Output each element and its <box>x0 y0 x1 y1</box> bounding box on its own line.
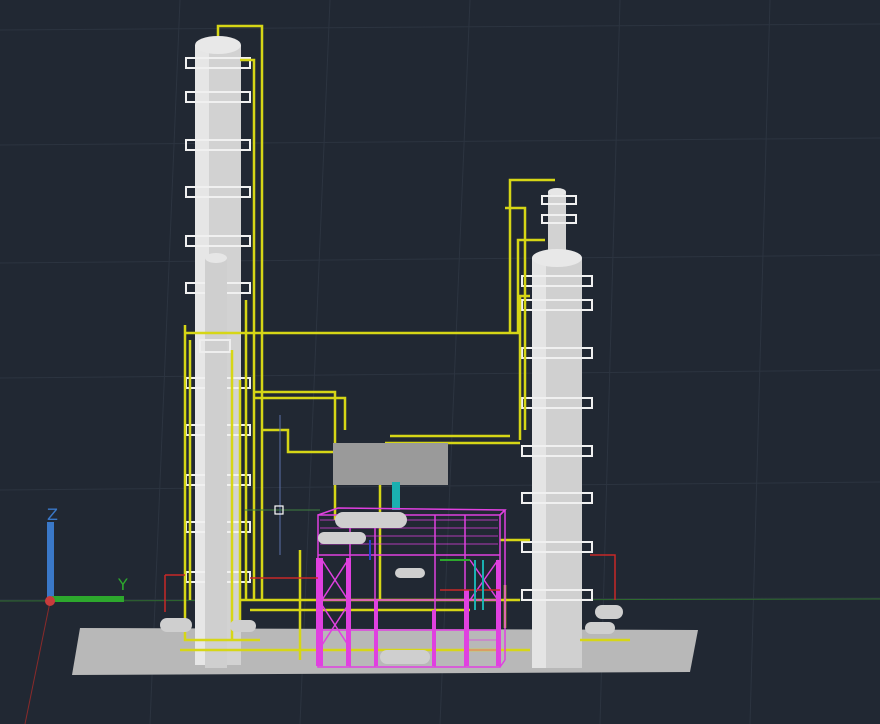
ucs-origin <box>45 596 55 606</box>
teal-vessel <box>392 482 400 510</box>
ucs-y-label: Y <box>117 575 128 594</box>
ucs-z-axis <box>47 522 54 600</box>
y-axis-line <box>24 601 51 724</box>
plant-3d-model[interactable]: Z Y <box>0 0 880 724</box>
ucs-icon: Z Y <box>45 505 128 606</box>
equipment-enclosure <box>333 443 448 485</box>
ucs-y-axis <box>52 596 124 602</box>
ucs-z-label: Z <box>47 505 58 524</box>
model-viewport[interactable]: Z Y <box>0 0 880 724</box>
grid <box>0 0 880 724</box>
